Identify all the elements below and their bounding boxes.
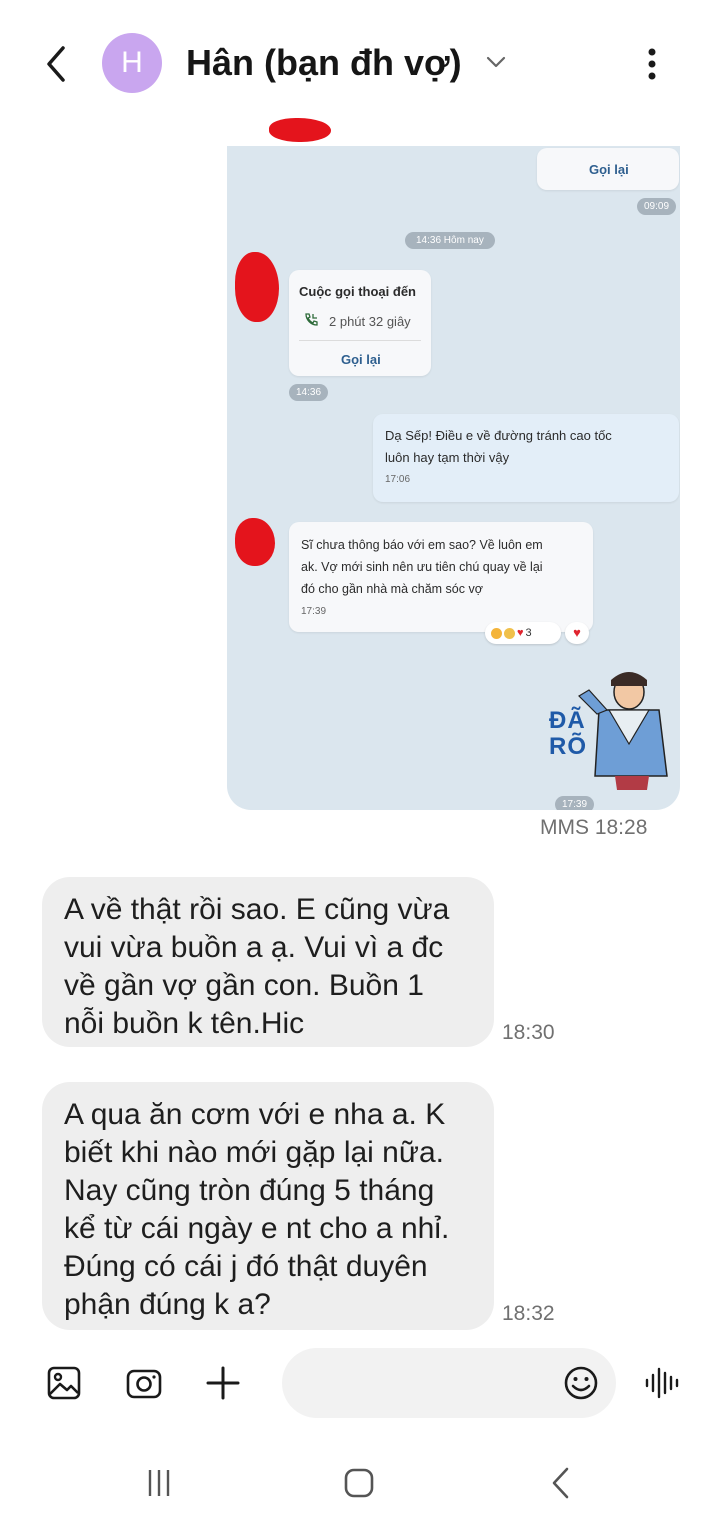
gallery-icon — [47, 1366, 81, 1400]
call-back-card-top: Gọi lại — [537, 148, 679, 190]
sticker-caption: ĐÃ RÕ — [549, 707, 587, 760]
more-vertical-icon — [648, 48, 656, 80]
time-pill: 17:39 — [555, 796, 595, 810]
back-nav-icon — [552, 1467, 569, 1499]
camera-icon — [126, 1369, 162, 1399]
reply-text-line: Sĩ chưa thông báo với em sao? Về luôn em — [301, 538, 543, 552]
sent-message-card: Dạ Sếp! Điều e về đường tránh cao tốc lu… — [373, 414, 679, 502]
call-back-label: Gọi lại — [589, 162, 629, 177]
back-arrow-icon — [47, 46, 65, 82]
sent-text-line: luôn hay tạm thời vậy — [385, 450, 510, 465]
reply-time: 17:39 — [301, 606, 327, 617]
time-pill: 09:09 — [637, 198, 677, 215]
gallery-button[interactable] — [44, 1362, 84, 1404]
back-button[interactable] — [36, 40, 76, 88]
voice-button[interactable] — [642, 1362, 684, 1404]
plus-icon — [206, 1366, 240, 1400]
home-button[interactable] — [338, 1462, 380, 1504]
home-icon — [344, 1468, 374, 1498]
redaction-scribble — [235, 252, 279, 322]
emoji-icon — [564, 1366, 598, 1400]
camera-button[interactable] — [122, 1362, 166, 1404]
back-nav-button[interactable] — [540, 1462, 582, 1504]
heart-reaction-icon: ♥ — [517, 627, 524, 639]
contact-name[interactable]: Hân (bạn đh vợ) — [186, 42, 462, 84]
call-back-label: Gọi lại — [341, 352, 381, 367]
attach-button[interactable] — [202, 1362, 244, 1404]
reaction-heart-pill: ♥ — [565, 622, 589, 644]
redaction-scribble — [235, 518, 275, 566]
sent-time: 17:06 — [385, 474, 411, 485]
divider — [299, 340, 421, 341]
recents-button[interactable] — [138, 1462, 180, 1504]
emoji-button[interactable] — [560, 1362, 602, 1404]
message-time: 18:32 — [502, 1302, 555, 1325]
mms-timestamp: MMS 18:28 — [540, 816, 648, 839]
redaction-scribble — [269, 118, 331, 142]
avatar[interactable]: H — [102, 33, 162, 93]
recents-icon — [148, 1470, 170, 1496]
thumbs-reaction-icon — [504, 627, 515, 639]
more-options-button[interactable] — [632, 40, 672, 88]
voice-wave-icon — [645, 1367, 679, 1399]
reply-text-line: đó cho gần nhà mà chăm sóc vợ — [301, 582, 483, 596]
reaction-count: 3 — [525, 627, 532, 639]
date-divider: 14:36 Hôm nay — [405, 232, 495, 249]
reactions-bar: ♥ 3 — [485, 622, 561, 644]
incoming-call-card: Cuộc gọi thoại đến 2 phút 32 giây Gọi lạ… — [289, 270, 431, 376]
sent-text-line: Dạ Sếp! Điều e về đường tránh cao tốc — [385, 428, 612, 443]
reply-text-line: ak. Vợ mới sinh nên ưu tiên chú quay về … — [301, 560, 543, 574]
incoming-call-title: Cuộc gọi thoại đến — [299, 284, 416, 299]
received-message-bubble[interactable]: A qua ăn cơm với e nha a. K biết khi nào… — [42, 1082, 494, 1330]
reply-message-card: Sĩ chưa thông báo với em sao? Về luôn em… — [289, 522, 593, 632]
received-message-bubble[interactable]: A về thật rồi sao. E cũng vừa vui vừa bu… — [42, 877, 494, 1047]
incoming-call-icon — [305, 313, 318, 326]
call-duration: 2 phút 32 giây — [329, 314, 411, 329]
chevron-down-icon[interactable] — [484, 50, 508, 74]
laugh-reaction-icon — [491, 627, 502, 639]
mms-image-attachment[interactable]: Gọi lại 09:09 14:36 Hôm nay Cuộc gọi tho… — [227, 118, 680, 810]
time-pill: 14:36 — [289, 384, 329, 401]
conversation-header: H Hân (bạn đh vợ) — [0, 0, 717, 125]
message-time: 18:30 — [502, 1021, 555, 1044]
